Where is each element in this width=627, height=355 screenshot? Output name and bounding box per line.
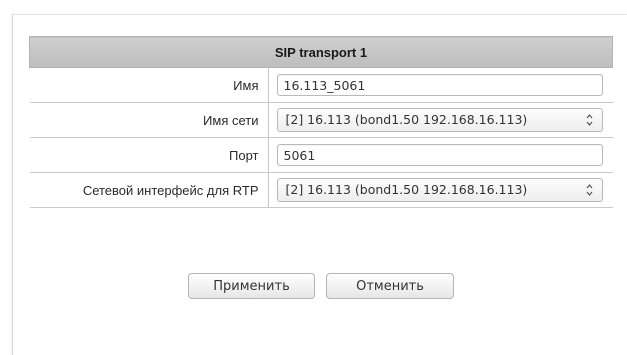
section-title: SIP transport 1 (29, 36, 613, 68)
form-row-name: Имя (29, 67, 613, 103)
network-name-label: Имя сети (29, 102, 269, 138)
form-row-rtp-interface: Сетевой интерфейс для RTP [2] 16.113 (bo… (29, 172, 613, 208)
up-down-chevron-icon (586, 114, 592, 126)
apply-button[interactable]: Применить (188, 273, 315, 299)
form-row-network-name: Имя сети [2] 16.113 (bond1.50 192.168.16… (29, 102, 613, 138)
rtp-interface-label: Сетевой интерфейс для RTP (29, 172, 269, 208)
form-header-row: SIP transport 1 (29, 36, 613, 68)
form-row-port: Порт (29, 137, 613, 173)
cancel-button[interactable]: Отменить (326, 273, 454, 299)
port-input[interactable] (276, 144, 603, 166)
up-down-chevron-icon (586, 184, 592, 196)
name-label: Имя (29, 67, 269, 103)
network-name-selected-value: [2] 16.113 (bond1.50 192.168.16.113) (285, 112, 528, 127)
rtp-interface-select[interactable]: [2] 16.113 (bond1.50 192.168.16.113) (276, 178, 603, 202)
sip-transport-form: SIP transport 1 Имя Имя сети [2] 16.113 … (29, 36, 613, 208)
name-input[interactable] (276, 74, 603, 96)
port-label: Порт (29, 137, 269, 173)
network-name-select[interactable]: [2] 16.113 (bond1.50 192.168.16.113) (276, 108, 603, 132)
rtp-interface-selected-value: [2] 16.113 (bond1.50 192.168.16.113) (285, 182, 528, 197)
